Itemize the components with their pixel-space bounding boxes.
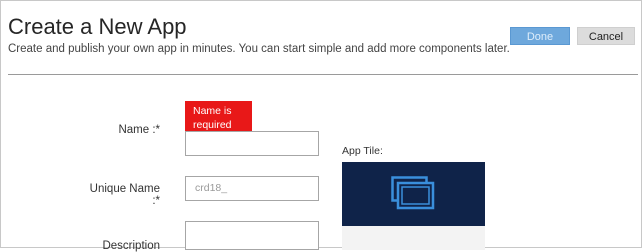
header-divider: [8, 74, 638, 75]
description-input[interactable]: [185, 221, 319, 250]
name-error-tooltip: Name is required: [185, 101, 252, 131]
app-tile-footer: [342, 226, 485, 250]
cancel-button[interactable]: Cancel: [577, 27, 635, 45]
description-label: Description: [102, 240, 160, 252]
name-input[interactable]: [185, 131, 319, 156]
done-button[interactable]: Done: [510, 27, 570, 45]
page-subtitle: Create and publish your own app in minut…: [8, 43, 510, 55]
unique-name-input[interactable]: crd18_: [185, 176, 319, 201]
unique-name-label: Unique Name :*: [89, 183, 160, 207]
name-label: Name :*: [118, 124, 160, 136]
app-tile-label: App Tile:: [342, 145, 383, 157]
app-tile-icon: [391, 176, 435, 215]
app-tile-preview[interactable]: [342, 162, 485, 226]
page-title: Create a New App: [8, 14, 187, 39]
